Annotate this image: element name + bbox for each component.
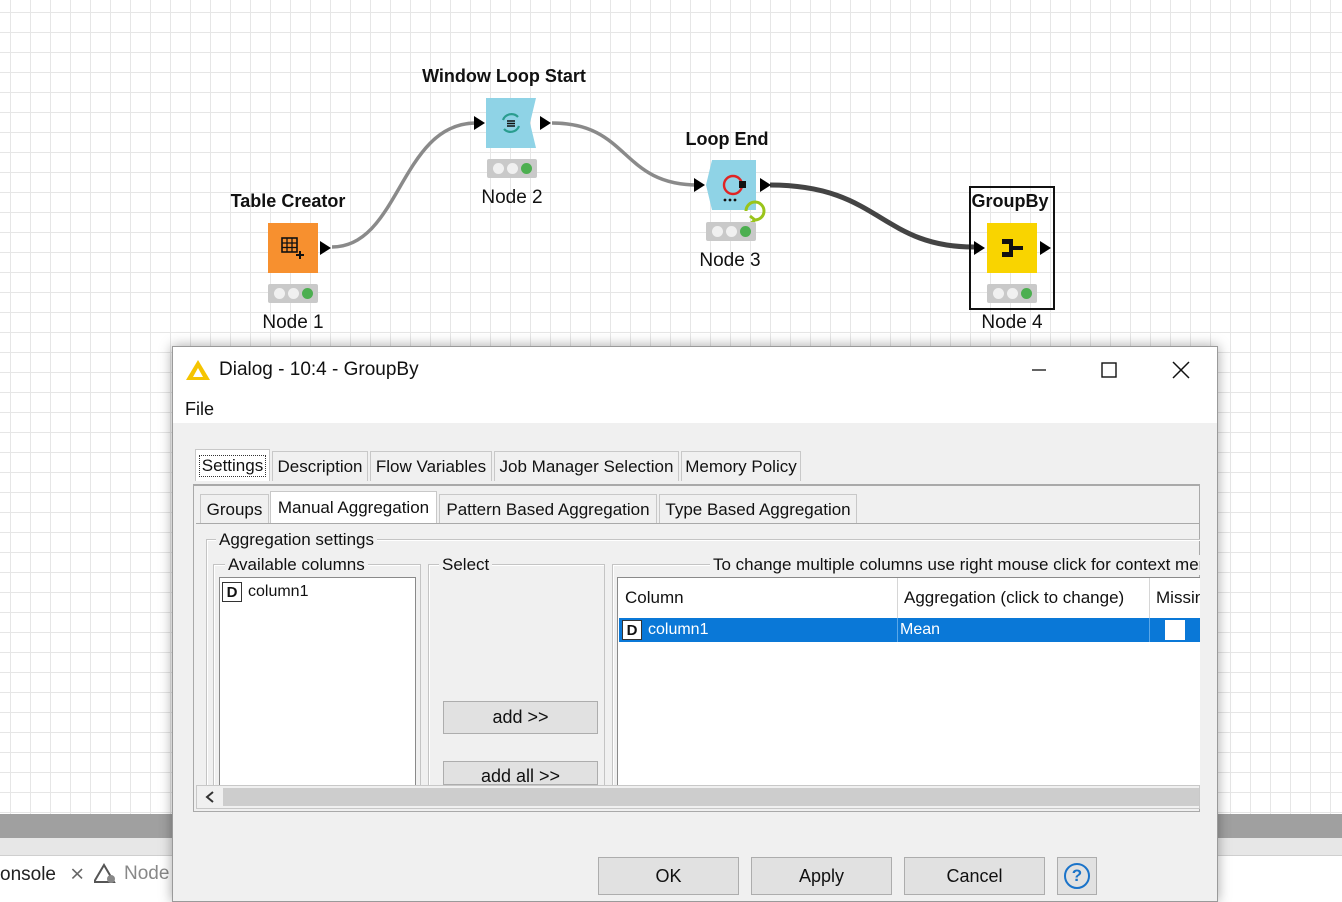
row-aggregation-value: Mean: [900, 621, 941, 638]
connection-node3-node4: [769, 182, 975, 250]
output-port[interactable]: [760, 178, 771, 192]
tab-manual-aggregation-label: Manual Aggregation: [277, 498, 430, 517]
node-label[interactable]: Node 1: [243, 312, 343, 334]
close-icon[interactable]: ⨯: [69, 864, 85, 885]
table-row[interactable]: D column1: [619, 618, 898, 642]
input-port[interactable]: [974, 241, 985, 255]
node-title: Loop End: [685, 129, 769, 149]
status-traffic-light: [987, 284, 1037, 303]
output-port[interactable]: [320, 241, 331, 255]
tab-type-based-aggregation[interactable]: Type Based Aggregation: [659, 494, 857, 524]
tab-node-label: Node: [124, 863, 170, 884]
node-groupby[interactable]: [987, 223, 1037, 273]
tab-console[interactable]: onsole ⨯: [0, 863, 85, 886]
maximize-button[interactable]: [1086, 351, 1132, 389]
tab-job-manager-label: Job Manager Selection: [499, 456, 674, 476]
connection-node1-node2: [331, 121, 477, 249]
loop-start-icon: [501, 113, 521, 133]
context-menu-hint: To change multiple columns use right mou…: [710, 555, 1200, 575]
tab-settings-label: Settings: [198, 454, 267, 477]
node-table-creator[interactable]: [268, 223, 318, 273]
row-column-name: column1: [648, 621, 709, 638]
tab-groups[interactable]: Groups: [200, 494, 269, 524]
cancel-button[interactable]: Cancel: [904, 857, 1045, 895]
close-button[interactable]: [1158, 351, 1204, 389]
input-port[interactable]: [694, 178, 705, 192]
node-title: Window Loop Start: [422, 66, 586, 86]
apply-button[interactable]: Apply: [751, 857, 892, 895]
aggregation-settings-label: Aggregation settings: [216, 530, 377, 550]
minimize-icon: [1032, 369, 1046, 371]
warning-icon: [94, 863, 116, 883]
node-title: GroupBy: [971, 191, 1049, 211]
tab-memory-policy-label: Memory Policy: [685, 456, 797, 476]
dialog-title: Dialog - 10:4 - GroupBy: [219, 359, 419, 380]
select-group: [428, 564, 605, 789]
ok-button[interactable]: OK: [598, 857, 739, 895]
tab-pattern-based-aggregation[interactable]: Pattern Based Aggregation: [439, 494, 657, 524]
tab-description[interactable]: Description: [272, 451, 368, 481]
row-aggregation-cell[interactable]: Mean: [898, 618, 1150, 642]
missing-checkbox[interactable]: [1165, 620, 1185, 640]
tab-console-label: onsole: [0, 864, 56, 885]
scrollbar-thumb[interactable]: [223, 788, 1199, 806]
status-traffic-light: [268, 284, 318, 303]
tab-manual-aggregation[interactable]: Manual Aggregation: [270, 491, 437, 524]
subtab-divider: [196, 523, 1200, 524]
maximize-icon: [1101, 362, 1117, 378]
output-port[interactable]: [540, 116, 551, 130]
node-label[interactable]: Node 4: [962, 312, 1062, 334]
dialog-titlebar[interactable]: Dialog - 10:4 - GroupBy: [173, 347, 1217, 393]
tab-type-based-label: Type Based Aggregation: [665, 499, 851, 519]
help-button[interactable]: ?: [1057, 857, 1097, 895]
output-port[interactable]: [1040, 241, 1051, 255]
tab-settings[interactable]: Settings: [195, 449, 270, 481]
help-icon: ?: [1064, 863, 1090, 889]
horizontal-scrollbar[interactable]: [196, 785, 1200, 809]
node-window-loop-start[interactable]: [486, 98, 536, 148]
double-type-icon: D: [222, 582, 242, 602]
available-columns-list[interactable]: D column1: [219, 577, 416, 787]
row-missing-cell[interactable]: [1150, 618, 1200, 642]
status-traffic-light: [706, 222, 756, 241]
tab-node-monitor[interactable]: Node: [94, 863, 169, 885]
tab-groups-label: Groups: [206, 499, 263, 519]
menu-bar: [173, 393, 1217, 423]
menu-file[interactable]: File: [185, 399, 214, 420]
knime-warning-icon: [186, 360, 210, 380]
column-header-missing[interactable]: Missin: [1150, 578, 1200, 618]
tab-job-manager-selection[interactable]: Job Manager Selection: [494, 451, 679, 481]
column-header-aggregation[interactable]: Aggregation (click to change): [898, 578, 1150, 618]
node-title: Table Creator: [230, 191, 346, 211]
add-all-button[interactable]: add all >>: [443, 761, 598, 785]
select-label: Select: [439, 555, 493, 575]
column-name: column1: [248, 583, 309, 600]
tab-description-label: Description: [277, 456, 363, 476]
node-label[interactable]: Node 2: [462, 187, 562, 209]
tab-pattern-based-label: Pattern Based Aggregation: [446, 499, 650, 519]
node-label[interactable]: Node 3: [680, 250, 780, 272]
available-columns-label: Available columns: [225, 555, 368, 575]
close-icon: [1172, 361, 1190, 379]
add-button[interactable]: add >>: [443, 701, 598, 734]
double-type-icon: D: [622, 620, 642, 640]
scroll-left-icon[interactable]: [203, 790, 217, 804]
tab-flow-variables-label: Flow Variables: [375, 456, 487, 476]
tab-memory-policy[interactable]: Memory Policy: [681, 451, 801, 481]
column-header-column[interactable]: Column: [619, 578, 898, 618]
status-traffic-light: [487, 159, 537, 178]
groupby-icon: [1002, 239, 1023, 257]
tab-flow-variables[interactable]: Flow Variables: [370, 451, 492, 481]
table-plus-icon: [281, 237, 304, 259]
minimize-button[interactable]: [1016, 351, 1062, 389]
list-item[interactable]: D column1: [220, 578, 415, 602]
input-port[interactable]: [474, 116, 485, 130]
